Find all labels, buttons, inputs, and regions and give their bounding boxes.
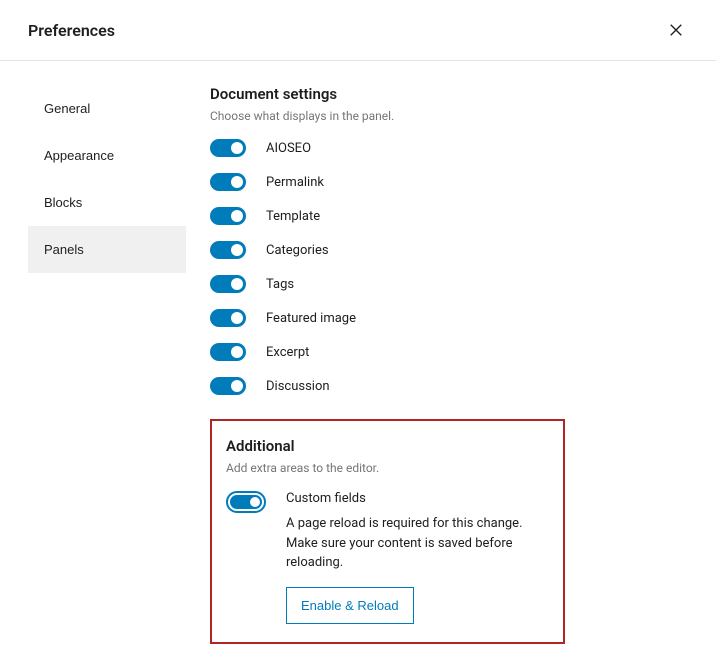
toggle-custom-fields[interactable] (226, 491, 266, 513)
tab-general[interactable]: General (28, 85, 186, 132)
toggle-aioseo[interactable] (210, 139, 246, 157)
toggle-tags[interactable] (210, 275, 246, 293)
toggle-label: Custom fields (286, 491, 543, 506)
toggle-knob (231, 278, 243, 290)
toggle-row-custom-fields: Custom fields A page reload is required … (226, 491, 543, 624)
toggle-label: Featured image (266, 311, 356, 326)
toggle-knob (231, 210, 243, 222)
toggle-label: Template (266, 209, 320, 224)
toggle-knob (231, 176, 243, 188)
close-icon (667, 21, 685, 39)
additional-title: Additional (226, 437, 543, 455)
additional-highlight: Additional Add extra areas to the editor… (210, 419, 565, 644)
tab-label: Panels (44, 242, 84, 257)
toggle-knob (231, 346, 243, 358)
toggle-label: Discussion (266, 379, 330, 394)
tab-label: General (44, 101, 90, 116)
toggle-template[interactable] (210, 207, 246, 225)
toggle-discussion[interactable] (210, 377, 246, 395)
toggle-featured-image[interactable] (210, 309, 246, 327)
tab-label: Appearance (44, 148, 114, 163)
toggle-row-template: Template (210, 207, 688, 225)
toggle-label: Permalink (266, 175, 324, 190)
tab-label: Blocks (44, 195, 82, 210)
additional-desc: Add extra areas to the editor. (226, 461, 543, 475)
preferences-tabs: General Appearance Blocks Panels (28, 85, 186, 644)
custom-fields-col: Custom fields A page reload is required … (286, 491, 543, 624)
close-button[interactable] (664, 18, 688, 42)
tab-blocks[interactable]: Blocks (28, 179, 186, 226)
panel-main: Document settings Choose what displays i… (186, 85, 716, 644)
toggle-row-categories: Categories (210, 241, 688, 259)
toggle-row-tags: Tags (210, 275, 688, 293)
toggle-knob (231, 380, 243, 392)
toggle-row-excerpt: Excerpt (210, 343, 688, 361)
toggle-row-aioseo: AIOSEO (210, 139, 688, 157)
toggle-row-featured-image: Featured image (210, 309, 688, 327)
modal-title: Preferences (28, 21, 115, 40)
toggle-permalink[interactable] (210, 173, 246, 191)
tab-appearance[interactable]: Appearance (28, 132, 186, 179)
enable-reload-button[interactable]: Enable & Reload (286, 587, 414, 624)
document-settings-title: Document settings (210, 85, 688, 103)
modal-header: Preferences (0, 0, 716, 61)
toggle-excerpt[interactable] (210, 343, 246, 361)
toggle-label: AIOSEO (266, 141, 311, 156)
toggle-row-discussion: Discussion (210, 377, 688, 395)
toggle-row-permalink: Permalink (210, 173, 688, 191)
tab-panels[interactable]: Panels (28, 226, 186, 273)
button-label: Enable & Reload (301, 598, 399, 613)
custom-fields-note: A page reload is required for this chang… (286, 514, 543, 573)
toggle-knob (250, 497, 260, 507)
toggle-label: Tags (266, 277, 294, 292)
toggle-categories[interactable] (210, 241, 246, 259)
document-settings-desc: Choose what displays in the panel. (210, 109, 688, 123)
toggle-knob (231, 142, 243, 154)
toggle-knob (231, 244, 243, 256)
toggle-label: Categories (266, 243, 329, 258)
toggle-label: Excerpt (266, 345, 309, 360)
toggle-knob (231, 312, 243, 324)
modal-content: General Appearance Blocks Panels Documen… (0, 61, 716, 644)
